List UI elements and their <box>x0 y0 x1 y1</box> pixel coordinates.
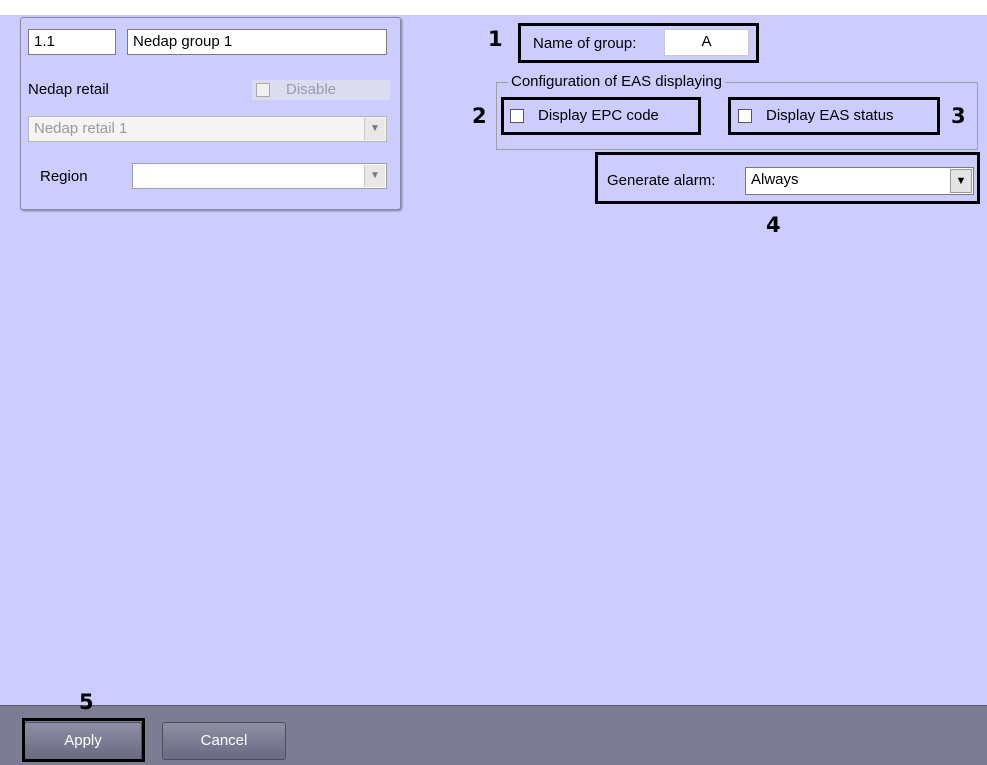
display-eas-label: Display EAS status <box>766 107 894 124</box>
eas-groupbox-title: Configuration of EAS displaying <box>508 72 725 92</box>
display-eas-checkbox[interactable] <box>738 109 752 123</box>
generate-alarm-select[interactable]: Always ▼ <box>745 167 974 195</box>
region-label: Region <box>40 168 88 185</box>
cancel-button[interactable]: Cancel <box>162 722 286 760</box>
parent-select-value: Nedap retail 1 <box>34 120 128 137</box>
display-epc-checkbox[interactable] <box>510 109 524 123</box>
region-select[interactable]: ▼ <box>132 163 387 189</box>
group-name-input[interactable]: A <box>664 29 749 56</box>
callout-number-2: 2 <box>472 104 487 128</box>
disable-checkbox[interactable] <box>256 83 270 97</box>
callout-box-5 <box>22 718 145 762</box>
chevron-down-icon[interactable]: ▼ <box>950 169 972 193</box>
footer-bar <box>0 705 987 765</box>
callout-number-4: 4 <box>766 213 781 237</box>
chevron-down-icon[interactable]: ▼ <box>364 165 385 187</box>
group-name-value: A <box>701 33 712 50</box>
object-name-field[interactable]: Nedap group 1 <box>127 29 387 55</box>
parent-label: Nedap retail <box>28 81 109 98</box>
chevron-down-icon[interactable]: ▼ <box>364 118 385 140</box>
object-name-value: Nedap group 1 <box>133 33 233 50</box>
disable-label: Disable <box>286 81 337 98</box>
object-id-field[interactable]: 1.1 <box>28 29 116 55</box>
generate-alarm-label: Generate alarm: <box>607 172 716 189</box>
callout-number-3: 3 <box>951 104 966 128</box>
generate-alarm-value: Always <box>751 171 799 188</box>
object-id-value: 1.1 <box>34 33 55 50</box>
callout-number-5: 5 <box>79 690 94 714</box>
parent-select[interactable]: Nedap retail 1 ▼ <box>28 116 387 142</box>
display-epc-label: Display EPC code <box>538 107 659 124</box>
top-strip <box>0 0 987 15</box>
group-name-label: Name of group: <box>533 35 637 52</box>
callout-number-1: 1 <box>488 27 503 51</box>
